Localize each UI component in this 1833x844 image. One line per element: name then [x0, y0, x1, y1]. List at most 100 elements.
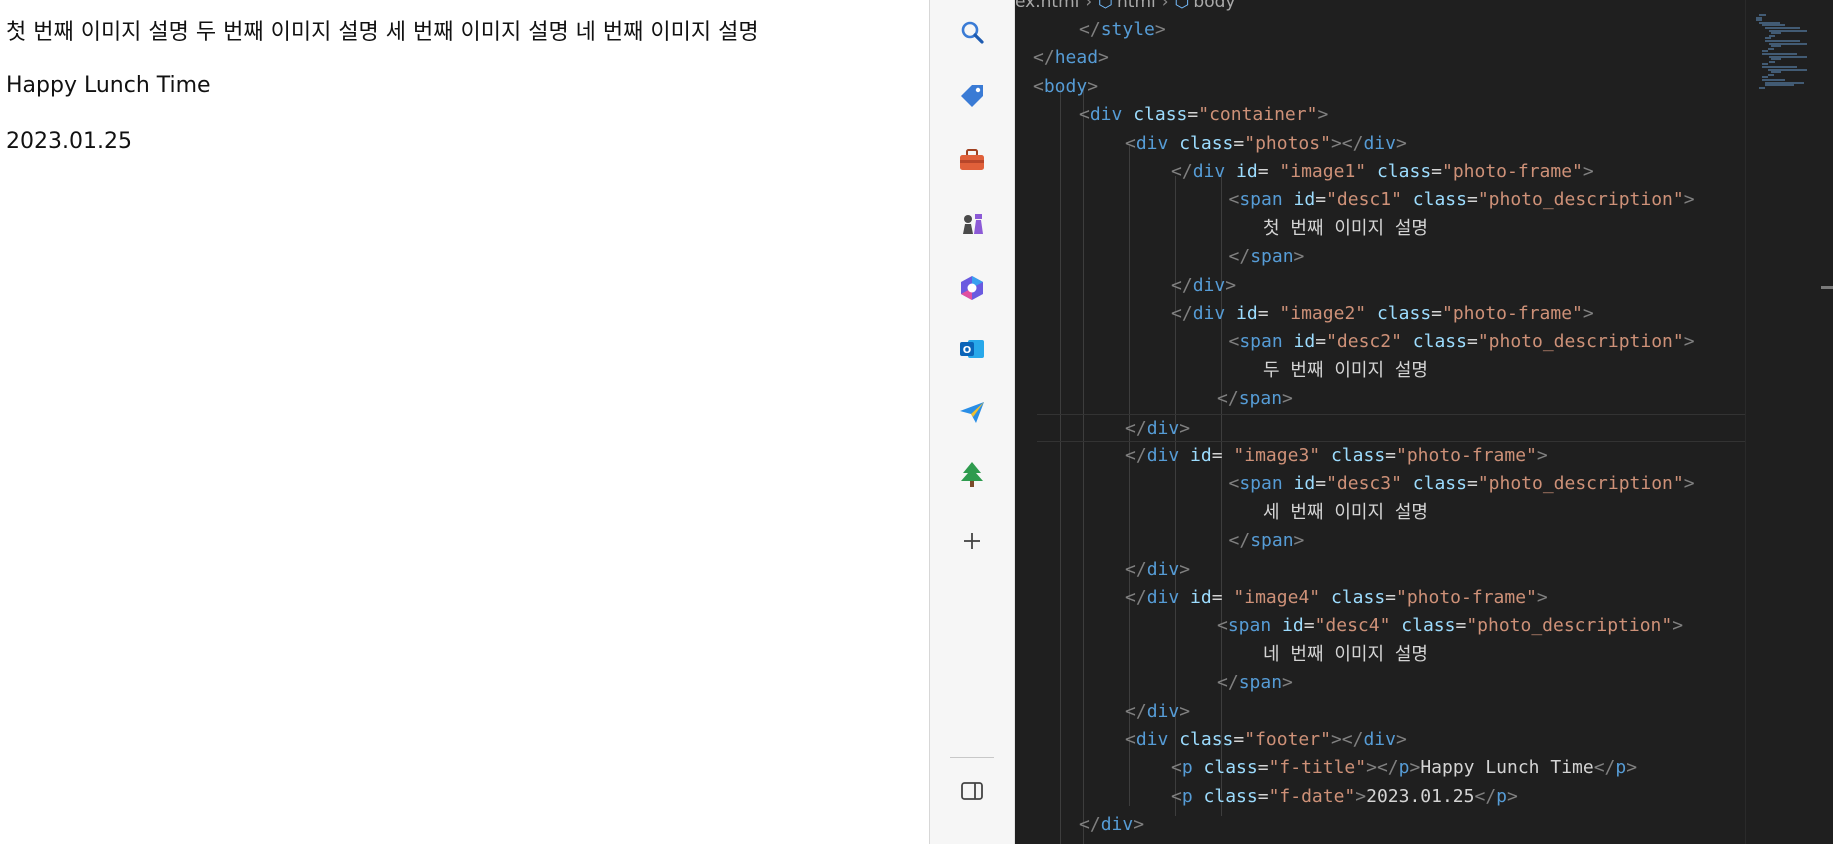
code-editor[interactable]: ex.html › ⬡ html › ⬡ body </style> </head> <body…	[1015, 0, 1833, 844]
code-token-tag: p	[1615, 757, 1627, 779]
element-icon: ⬡	[1174, 0, 1190, 12]
code-token-tag: div	[1146, 700, 1180, 722]
minimap-scroll-indicator[interactable]	[1821, 286, 1833, 289]
code-token-punc: </	[1079, 19, 1101, 40]
paper-plane-icon	[958, 399, 986, 429]
code-token-attr: class	[1203, 785, 1258, 807]
code-token-txt: 첫 번째 이미지 설명	[1263, 217, 1428, 239]
indent-guide	[1083, 86, 1084, 844]
sidebar-divider	[950, 757, 994, 758]
code-token-tag: body	[1043, 75, 1088, 97]
breadcrumb-body[interactable]: body	[1193, 0, 1235, 12]
code-token-attr: class	[1179, 729, 1234, 750]
code-token-punc: </	[1171, 274, 1193, 296]
sidebar-search-button[interactable]	[951, 13, 993, 55]
code-token-txt: Happy Lunch Time	[1420, 757, 1594, 779]
code-token-txt: =	[1315, 473, 1327, 495]
code-token-attr: id	[1190, 445, 1212, 466]
code-token-punc: >	[1395, 729, 1407, 750]
code-token-punc: >	[1154, 19, 1166, 40]
code-token-punc: <	[1228, 189, 1240, 211]
sidebar-outlook-button[interactable]: O	[951, 330, 993, 372]
code-token-tag: head	[1054, 47, 1099, 69]
code-token-punc: <	[1171, 757, 1182, 779]
code-token-punc: >	[1179, 700, 1191, 722]
code-token-tag: style	[1100, 19, 1155, 40]
code-token-tag: div	[1100, 814, 1134, 836]
current-code-line[interactable]: </div>	[1037, 413, 1757, 442]
code-token-str: "image1"	[1279, 161, 1367, 182]
code-token-str: "desc2"	[1326, 331, 1402, 353]
code-token-punc: >	[1582, 303, 1594, 324]
sidebar-games-button[interactable]	[951, 205, 993, 247]
minimap[interactable]	[1745, 0, 1833, 844]
code-token-attr: class	[1412, 189, 1467, 211]
code-token-txt: =	[1385, 587, 1396, 608]
code-token-punc: ></	[1330, 729, 1364, 750]
code-token-punc: <	[1171, 785, 1182, 807]
code-token-tag: span	[1239, 189, 1283, 211]
code-token-punc: >	[1683, 473, 1695, 495]
code-token-attr: id	[1236, 161, 1258, 182]
code-token-str: "photo_description"	[1477, 189, 1684, 211]
code-token-txt: =	[1431, 161, 1442, 182]
code-token-txt: =	[1385, 445, 1396, 466]
minimap-line	[1768, 47, 1775, 50]
code-token-punc: <	[1228, 473, 1240, 495]
code-token-attr: class	[1401, 615, 1456, 637]
breadcrumb-file[interactable]: ex.html	[1015, 0, 1079, 12]
code-token-txt: 두 번째 이미지 설명	[1263, 359, 1428, 381]
code-area[interactable]: </style> </head> <body> <div class="contain…	[1015, 16, 1757, 844]
code-token-tag: div	[1363, 132, 1396, 154]
minimap-line	[1768, 73, 1775, 76]
code-token-tag: div	[1135, 729, 1169, 750]
code-token-attr: class	[1376, 161, 1432, 182]
code-token-txt: =	[1211, 587, 1234, 608]
code-token-punc: </	[1125, 417, 1147, 439]
code-token-txt: =	[1257, 785, 1269, 807]
code-token-punc: </	[1125, 700, 1147, 722]
code-token-punc: >	[1536, 587, 1548, 608]
element-icon: ⬡	[1098, 0, 1114, 12]
code-token-txt: =	[1233, 132, 1245, 154]
code-token-txt: =	[1257, 757, 1269, 779]
code-token-punc: >	[1683, 189, 1695, 211]
footer-date-text: 2023.01.25	[6, 129, 132, 154]
code-token-punc: </	[1125, 587, 1147, 608]
code-token-tag: p	[1181, 785, 1193, 807]
code-token-tag: div	[1363, 729, 1396, 750]
code-token-str: "photo-frame"	[1442, 161, 1583, 182]
briefcase-icon	[958, 147, 986, 177]
sidebar-tools-button[interactable]	[951, 141, 993, 183]
code-token-attr: class	[1412, 473, 1467, 495]
minimap-line	[1765, 84, 1794, 87]
code-token-attr: class	[1133, 104, 1188, 126]
code-token-punc: >	[1536, 445, 1548, 466]
sidebar-send-button[interactable]	[951, 393, 993, 435]
code-token-txt: =	[1431, 303, 1442, 324]
sidebar-add-button[interactable]	[951, 522, 993, 564]
code-token-punc: >	[1672, 615, 1684, 637]
breadcrumb-html[interactable]: html	[1117, 0, 1156, 12]
sidebar-tree-button[interactable]	[951, 455, 993, 497]
code-token-txt: 2023.01.25	[1366, 785, 1475, 807]
sidebar-copilot-button[interactable]	[951, 269, 993, 311]
code-token-tag: div	[1089, 104, 1123, 126]
footer-title-text: Happy Lunch Time	[6, 73, 211, 98]
code-token-punc: >	[1293, 246, 1305, 268]
sidebar-shopping-button[interactable]	[951, 77, 993, 119]
code-token-punc: </	[1228, 246, 1251, 268]
code-token-punc: </	[1171, 303, 1193, 324]
code-token-str: "photo_description"	[1477, 331, 1684, 353]
sidebar-split-screen-button[interactable]	[951, 772, 993, 814]
code-token-punc: <	[1228, 331, 1240, 353]
code-token-punc: ></	[1366, 757, 1399, 779]
code-token-txt: =	[1466, 331, 1478, 353]
